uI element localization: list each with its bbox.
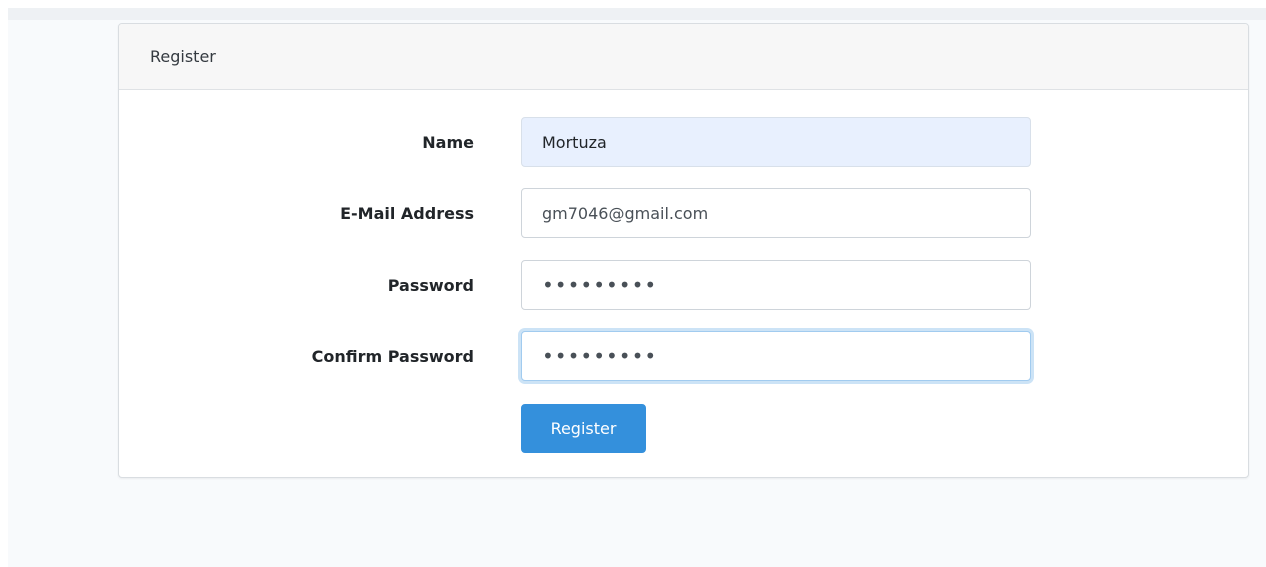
name-label: Name [422,132,474,152]
confirm-password-input[interactable] [521,331,1031,381]
browser-top-strip [8,0,1266,8]
register-button[interactable]: Register [521,404,646,453]
confirm-password-row: Confirm Password [119,331,1248,381]
email-label: E-Mail Address [340,203,474,223]
card-header: Register [119,24,1248,90]
name-input[interactable] [521,117,1031,167]
password-row: Password [119,260,1248,310]
navbar-edge [8,8,1266,20]
name-row: Name [119,117,1248,167]
email-row: E-Mail Address [119,188,1248,238]
password-input[interactable] [521,260,1031,310]
confirm-password-label: Confirm Password [311,346,474,366]
email-input[interactable] [521,188,1031,238]
card-title: Register [150,47,216,66]
register-card: Register Name E-Mail Address Password Co… [118,23,1249,478]
password-label: Password [387,275,474,295]
